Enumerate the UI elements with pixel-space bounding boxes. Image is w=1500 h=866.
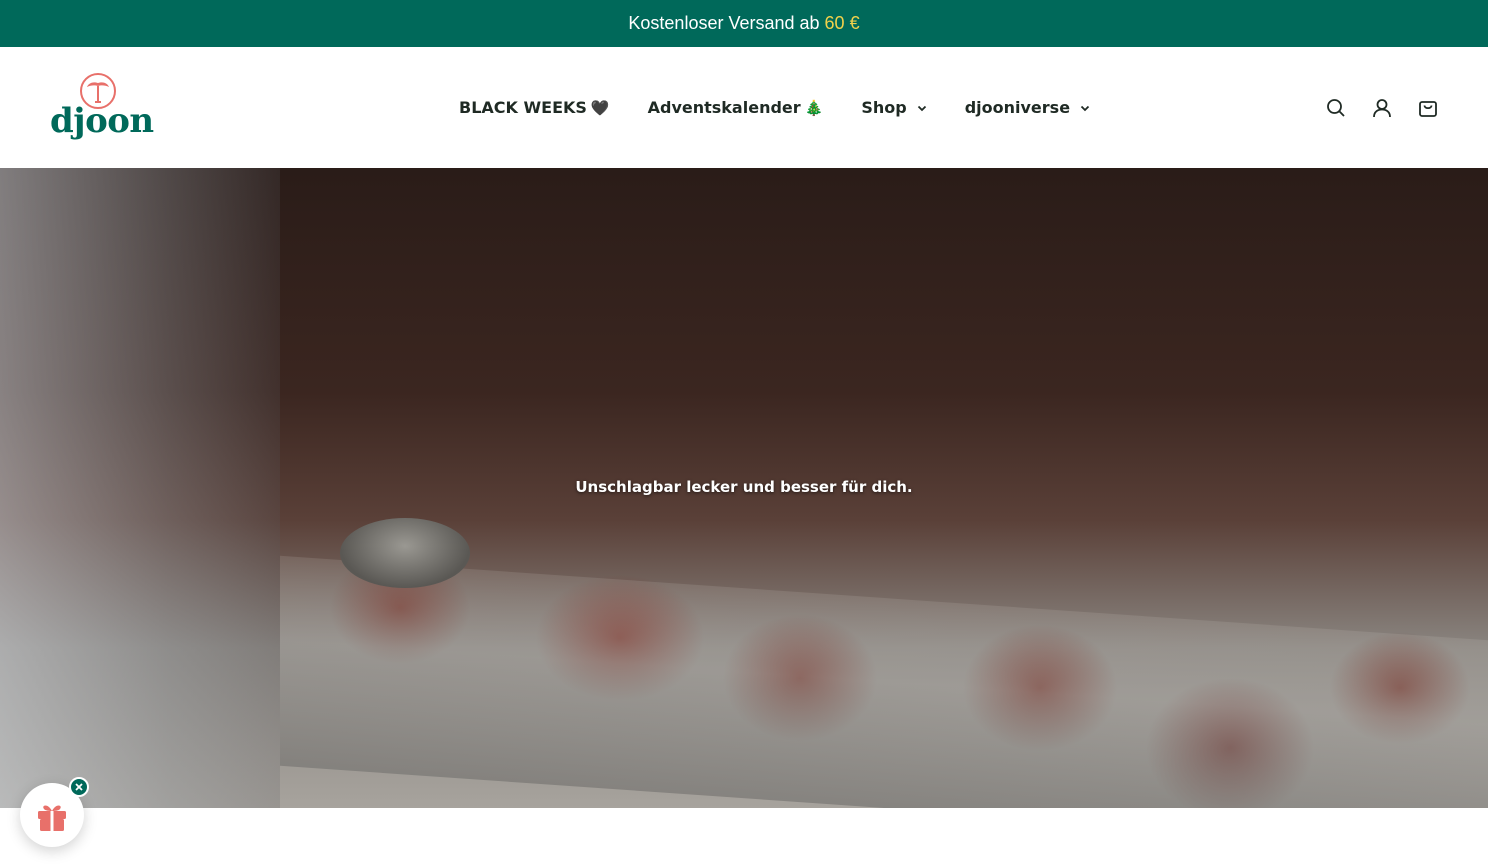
search-icon bbox=[1327, 98, 1345, 117]
logo[interactable]: djoon bbox=[48, 69, 154, 147]
search-button[interactable] bbox=[1324, 96, 1348, 120]
hero-image-rail bbox=[280, 555, 1488, 808]
nav-item-shop[interactable]: Shop bbox=[861, 98, 926, 117]
announcement-bar: Kostenloser Versand ab 60 € bbox=[0, 0, 1488, 47]
nav-item-label: BLACK WEEKS bbox=[459, 98, 587, 117]
nav-item-adventskalender[interactable]: Adventskalender 🎄 bbox=[648, 98, 824, 117]
hero-image-knob bbox=[340, 518, 470, 588]
hero-tagline: Unschlagbar lecker und besser für dich. bbox=[575, 478, 913, 496]
logo-wordmark: djoon bbox=[50, 101, 154, 141]
announcement-text: Kostenloser Versand ab bbox=[628, 13, 820, 33]
nav-item-label: Adventskalender bbox=[647, 98, 801, 117]
tree-icon: 🎄 bbox=[804, 98, 824, 117]
nav-item-djooniverse[interactable]: djooniverse bbox=[965, 98, 1090, 117]
header-icons bbox=[1302, 47, 1440, 168]
account-icon bbox=[1373, 98, 1391, 117]
site-header: djoon BLACK WEEKS 🖤 Adventskalender 🎄 Sh… bbox=[0, 47, 1488, 168]
chevron-down-icon bbox=[917, 105, 926, 111]
announcement-amount: 60 € bbox=[824, 13, 860, 33]
cart-icon bbox=[1419, 100, 1437, 117]
account-button[interactable] bbox=[1370, 96, 1394, 120]
close-icon bbox=[75, 783, 83, 791]
gift-icon bbox=[38, 805, 66, 831]
nav-item-label: Shop bbox=[861, 98, 907, 117]
chevron-down-icon bbox=[1080, 105, 1090, 111]
hero-banner[interactable]: Unschlagbar lecker und besser für dich. bbox=[0, 168, 1488, 808]
heart-icon: 🖤 bbox=[590, 98, 610, 117]
gift-widget-close-button[interactable] bbox=[69, 777, 89, 797]
nav-item-label: djooniverse bbox=[964, 98, 1071, 117]
cart-button[interactable] bbox=[1416, 96, 1440, 120]
main-nav: BLACK WEEKS 🖤 Adventskalender 🎄 Shop djo… bbox=[459, 47, 1128, 168]
nav-item-black-weeks[interactable]: BLACK WEEKS 🖤 bbox=[459, 98, 610, 117]
